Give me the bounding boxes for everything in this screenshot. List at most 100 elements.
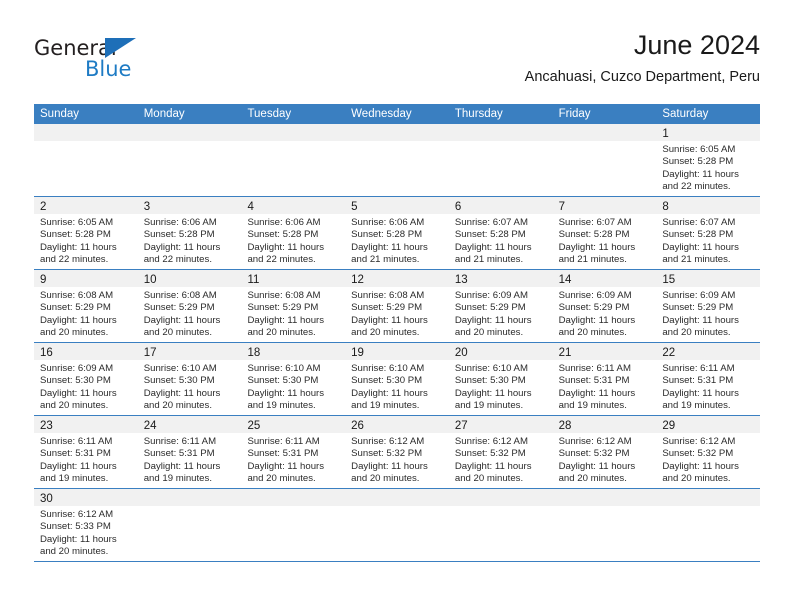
day-detail-line: and 20 minutes. xyxy=(351,326,420,338)
calendar-day-cell[interactable]: 9 Sunrise: 6:08 AM Sunset: 5:29 PM Daylight… xyxy=(34,270,138,343)
day-detail-body xyxy=(553,141,657,144)
calendar-day-cell[interactable]: 21 Sunrise: 6:11 AM Sunset: 5:31 PM Dayligh… xyxy=(552,343,657,416)
day-detail-line: Sunrise: 6:12 AM xyxy=(662,436,736,447)
calendar-day-cell[interactable]: 4 Sunrise: 6:06 AM Sunset: 5:28 PM Daylight… xyxy=(241,197,346,270)
day-number: 16 xyxy=(40,347,53,359)
day-detail-line: Sunset: 5:28 PM xyxy=(247,229,319,241)
calendar-day-cell[interactable]: 26 Sunrise: 6:12 AM Sunset: 5:32 PM Dayligh… xyxy=(345,416,449,489)
day-detail-line: and 20 minutes. xyxy=(558,326,627,338)
day-number-strip: 18 xyxy=(241,343,346,360)
weekday-header-friday: Friday xyxy=(558,108,591,120)
calendar-day-cell[interactable]: 2 Sunrise: 6:05 AM Sunset: 5:28 PM Daylight… xyxy=(34,197,138,270)
day-detail-line: Daylight: 11 hours xyxy=(454,241,532,253)
day-number: 12 xyxy=(351,274,364,286)
calendar-day-cell[interactable]: 15 Sunrise: 6:09 AM Sunset: 5:29 PM Dayligh… xyxy=(656,270,761,343)
calendar-week-row: 16 Sunrise: 6:09 AM Sunset: 5:30 PM Dayligh… xyxy=(34,343,761,416)
day-number-strip xyxy=(241,489,346,506)
calendar-day-cell[interactable]: 18 Sunrise: 6:10 AM Sunset: 5:30 PM Dayligh… xyxy=(241,343,346,416)
day-number-strip: 10 xyxy=(137,270,242,287)
day-detail-line: and 20 minutes. xyxy=(143,326,212,338)
day-detail-line: Sunset: 5:28 PM xyxy=(662,229,734,241)
day-detail-line: Daylight: 11 hours xyxy=(40,387,117,399)
day-number-strip: 2 xyxy=(34,197,138,214)
day-number: 26 xyxy=(351,420,364,432)
calendar-week-row: 9 Sunrise: 6:08 AM Sunset: 5:29 PM Daylight… xyxy=(34,270,761,343)
day-number-strip: 24 xyxy=(137,416,242,433)
calendar-day-cell[interactable]: 25 Sunrise: 6:11 AM Sunset: 5:31 PM Dayligh… xyxy=(241,416,346,489)
calendar-day-cell[interactable]: 5 Sunrise: 6:06 AM Sunset: 5:28 PM Daylight… xyxy=(345,197,449,270)
day-detail-body: Sunrise: 6:10 AM Sunset: 5:30 PM Daylight:… xyxy=(241,360,345,412)
calendar-week-row: 30 Sunrise: 6:12 AM Sunset: 5:33 PM Dayligh… xyxy=(34,489,761,562)
calendar-day-cell[interactable]: 14 Sunrise: 6:09 AM Sunset: 5:29 PM Dayligh… xyxy=(552,270,657,343)
day-detail-line: Sunrise: 6:10 AM xyxy=(351,363,425,374)
day-detail-line: and 20 minutes. xyxy=(40,399,109,411)
calendar-day-cell[interactable]: 7 Sunrise: 6:07 AM Sunset: 5:28 PM Daylight… xyxy=(552,197,657,270)
day-detail-line: Sunset: 5:30 PM xyxy=(143,375,215,387)
day-number: 20 xyxy=(454,347,468,359)
day-detail-line: Daylight: 11 hours xyxy=(454,460,532,472)
day-detail-line: Sunrise: 6:09 AM xyxy=(662,290,736,301)
day-detail-line: Sunset: 5:29 PM xyxy=(558,302,630,314)
day-detail-line: Sunset: 5:28 PM xyxy=(662,156,734,168)
day-detail-body xyxy=(241,141,345,144)
calendar-day-cell[interactable]: 12 Sunrise: 6:08 AM Sunset: 5:29 PM Dayligh… xyxy=(345,270,449,343)
day-detail-line: Daylight: 11 hours xyxy=(558,460,636,472)
calendar-day-cell[interactable]: 13 Sunrise: 6:09 AM Sunset: 5:29 PM Dayligh… xyxy=(448,270,553,343)
calendar-day-cell[interactable]: 29 Sunrise: 6:12 AM Sunset: 5:32 PM Dayligh… xyxy=(656,416,761,489)
day-detail-line: Sunset: 5:29 PM xyxy=(351,302,423,314)
calendar-day-cell[interactable]: 27 Sunrise: 6:12 AM Sunset: 5:32 PM Dayligh… xyxy=(448,416,553,489)
day-detail-body: Sunrise: 6:10 AM Sunset: 5:30 PM Daylight:… xyxy=(449,360,553,412)
day-number-strip: 14 xyxy=(552,270,657,287)
calendar-day-cell[interactable]: 22 Sunrise: 6:11 AM Sunset: 5:31 PM Dayligh… xyxy=(656,343,761,416)
calendar-day-cell[interactable]: 8 Sunrise: 6:07 AM Sunset: 5:28 PM Daylight… xyxy=(656,197,761,270)
calendar-day-cell[interactable]: 20 Sunrise: 6:10 AM Sunset: 5:30 PM Dayligh… xyxy=(448,343,553,416)
calendar-day-cell[interactable]: 30 Sunrise: 6:12 AM Sunset: 5:33 PM Dayligh… xyxy=(34,489,138,562)
day-detail-line: and 19 minutes. xyxy=(351,399,420,411)
day-detail-line: Sunrise: 6:07 AM xyxy=(558,217,632,228)
day-detail-line: Sunset: 5:31 PM xyxy=(662,375,734,387)
calendar-day-cell[interactable]: 11 Sunrise: 6:08 AM Sunset: 5:29 PM Dayligh… xyxy=(241,270,346,343)
day-detail-line: and 20 minutes. xyxy=(143,399,212,411)
day-number-strip: 27 xyxy=(448,416,553,433)
calendar-day-cell[interactable]: 23 Sunrise: 6:11 AM Sunset: 5:31 PM Dayligh… xyxy=(34,416,138,489)
calendar-week-row: 23 Sunrise: 6:11 AM Sunset: 5:31 PM Dayligh… xyxy=(34,416,761,489)
day-detail-body: Sunrise: 6:12 AM Sunset: 5:32 PM Daylight:… xyxy=(553,433,657,485)
day-detail-line: Sunrise: 6:09 AM xyxy=(558,290,632,301)
day-detail-line: Sunset: 5:31 PM xyxy=(143,448,215,460)
day-detail-line: Sunrise: 6:08 AM xyxy=(40,290,114,301)
day-number-strip: 15 xyxy=(656,270,761,287)
day-detail-line: Sunrise: 6:12 AM xyxy=(351,436,425,447)
day-detail-line: Sunset: 5:31 PM xyxy=(558,375,630,387)
day-detail-line: Sunrise: 6:07 AM xyxy=(454,217,528,228)
day-detail-line: and 20 minutes. xyxy=(247,326,316,338)
day-detail-line: Sunrise: 6:11 AM xyxy=(558,363,631,374)
calendar-day-cell[interactable]: 17 Sunrise: 6:10 AM Sunset: 5:30 PM Dayligh… xyxy=(137,343,242,416)
day-detail-line: Sunrise: 6:05 AM xyxy=(662,144,736,155)
day-detail-body xyxy=(449,506,553,509)
day-number: 27 xyxy=(454,420,468,432)
day-detail-line: Sunset: 5:31 PM xyxy=(40,448,111,460)
calendar-day-cell[interactable]: 1 Sunrise: 6:05 AM Sunset: 5:28 PM Daylight… xyxy=(656,124,761,197)
calendar-day-cell[interactable]: 19 Sunrise: 6:10 AM Sunset: 5:30 PM Dayligh… xyxy=(345,343,449,416)
calendar-day-cell[interactable]: 10 Sunrise: 6:08 AM Sunset: 5:29 PM Dayligh… xyxy=(137,270,242,343)
day-detail-body: Sunrise: 6:11 AM Sunset: 5:31 PM Daylight:… xyxy=(656,360,760,412)
day-detail-body: Sunrise: 6:08 AM Sunset: 5:29 PM Daylight:… xyxy=(241,287,345,339)
day-detail-body: Sunrise: 6:06 AM Sunset: 5:28 PM Daylight:… xyxy=(241,214,345,266)
day-detail-body xyxy=(345,506,449,509)
day-number: 23 xyxy=(40,420,53,432)
day-detail-body: Sunrise: 6:07 AM Sunset: 5:28 PM Daylight:… xyxy=(553,214,657,266)
day-detail-line: and 20 minutes. xyxy=(351,472,420,484)
day-detail-body: Sunrise: 6:09 AM Sunset: 5:29 PM Daylight:… xyxy=(656,287,760,339)
calendar-cell-empty xyxy=(448,124,553,197)
day-detail-body xyxy=(138,506,242,509)
day-detail-line: Daylight: 11 hours xyxy=(454,314,532,326)
calendar-day-cell[interactable]: 6 Sunrise: 6:07 AM Sunset: 5:28 PM Daylight… xyxy=(448,197,553,270)
calendar-day-cell[interactable]: 16 Sunrise: 6:09 AM Sunset: 5:30 PM Dayligh… xyxy=(34,343,138,416)
calendar-day-cell[interactable]: 24 Sunrise: 6:11 AM Sunset: 5:31 PM Dayligh… xyxy=(137,416,242,489)
day-detail-line: Daylight: 11 hours xyxy=(40,460,117,472)
day-detail-line: Daylight: 11 hours xyxy=(558,387,636,399)
day-number-strip xyxy=(448,124,553,141)
calendar-day-cell[interactable]: 28 Sunrise: 6:12 AM Sunset: 5:32 PM Dayligh… xyxy=(552,416,657,489)
calendar-day-cell[interactable]: 3 Sunrise: 6:06 AM Sunset: 5:28 PM Daylight… xyxy=(137,197,242,270)
day-detail-body: Sunrise: 6:06 AM Sunset: 5:28 PM Daylight:… xyxy=(345,214,449,266)
